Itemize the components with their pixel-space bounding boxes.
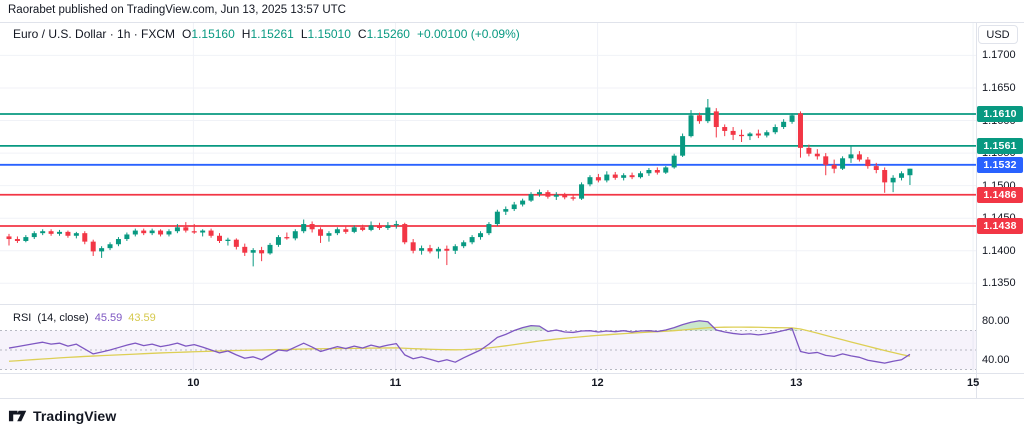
close-label: C	[358, 27, 367, 41]
price-chart-canvas[interactable]	[0, 0, 1024, 430]
tradingview-logo-icon[interactable]	[8, 406, 27, 425]
chart-bottom-border	[0, 398, 1024, 399]
symbol-title[interactable]: Euro / U.S. Dollar · 1h · FXCM	[13, 27, 175, 41]
rsi-params: (14, close)	[37, 312, 88, 324]
price-level-badge[interactable]: 1.1532	[977, 157, 1023, 173]
ohlc-close: C1.15260	[358, 27, 410, 41]
ohlc-low: L1.15010	[301, 27, 351, 41]
rsi-axis-label: 40.00	[982, 354, 1010, 366]
chart-screenshot: Raorabet published on TradingView.com, J…	[0, 0, 1024, 430]
price-level-badge[interactable]: 1.1610	[977, 106, 1023, 122]
price-level-badge[interactable]: 1.1486	[977, 187, 1023, 203]
low-value: 1.15010	[308, 27, 351, 41]
time-axis-separator	[0, 373, 1024, 374]
rsi-legend[interactable]: RSI (14, close) 45.59 43.59	[13, 312, 156, 324]
price-axis-label: 1.1700	[982, 49, 1016, 61]
time-axis-label: 12	[591, 377, 603, 389]
rsi-axis-label: 80.00	[982, 315, 1010, 327]
pane-separator[interactable]	[0, 304, 976, 305]
attribution-text: Raorabet published on TradingView.com, J…	[8, 4, 346, 16]
price-axis-label: 1.1350	[982, 277, 1016, 289]
low-label: L	[301, 27, 308, 41]
high-value: 1.15261	[250, 27, 293, 41]
footer: TradingView	[8, 406, 116, 425]
symbol-legend[interactable]: Euro / U.S. Dollar · 1h · FXCM O1.15160 …	[13, 27, 520, 41]
close-value: 1.15260	[367, 27, 410, 41]
time-axis-label: 13	[790, 377, 802, 389]
price-axis-label: 1.1400	[982, 245, 1016, 257]
open-value: 1.15160	[191, 27, 234, 41]
price-level-badge[interactable]: 1.1438	[977, 218, 1023, 234]
price-axis-label: 1.1650	[982, 82, 1016, 94]
brand-text[interactable]: TradingView	[33, 408, 116, 424]
rsi-title: RSI	[13, 312, 31, 324]
price-axis-separator	[976, 22, 977, 399]
rsi-ma-value: 43.59	[128, 312, 156, 324]
open-label: O	[182, 27, 191, 41]
ohlc-open: O1.15160	[182, 27, 235, 41]
change-value: +0.00100 (+0.09%)	[417, 27, 520, 41]
time-axis-label: 15	[967, 377, 979, 389]
ohlc-high: H1.15261	[242, 27, 294, 41]
time-axis-label: 11	[390, 377, 402, 389]
rsi-value: 45.59	[95, 312, 123, 324]
header-separator	[0, 22, 1024, 23]
price-level-badge[interactable]: 1.1561	[977, 138, 1023, 154]
currency-toggle[interactable]: USD	[978, 25, 1018, 44]
time-axis-label: 10	[187, 377, 199, 389]
